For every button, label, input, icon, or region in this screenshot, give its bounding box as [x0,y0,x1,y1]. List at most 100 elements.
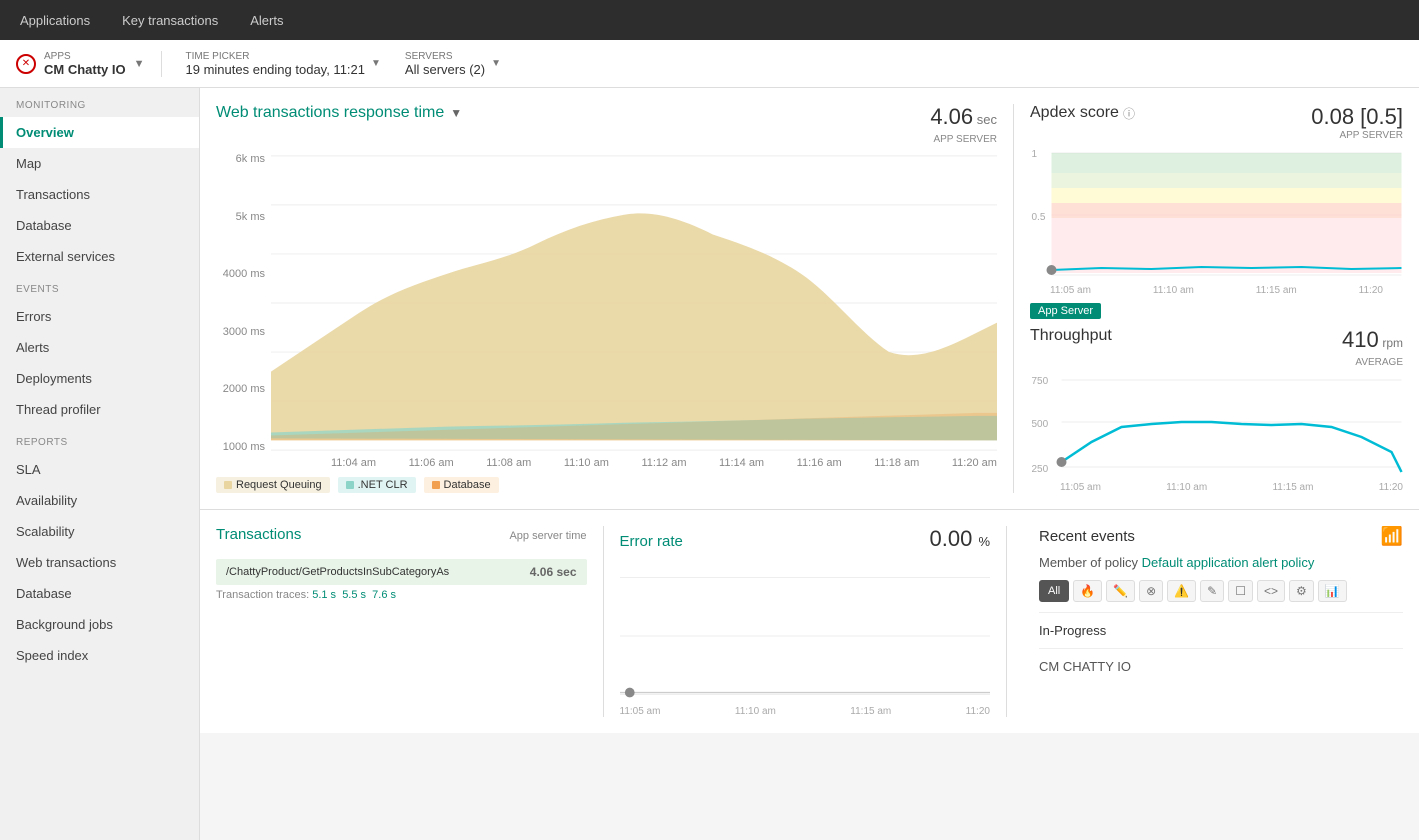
app-selector-arrow: ▼ [134,58,145,70]
filter-chart-button[interactable]: 📊 [1318,580,1347,602]
nav-alerts[interactable]: Alerts [246,13,287,28]
app-server-badge[interactable]: App Server [1030,303,1101,319]
nav-key-transactions[interactable]: Key transactions [118,13,222,28]
divider-2 [1039,648,1403,649]
throughput-label: AVERAGE [1355,357,1403,368]
error-rate-value: 0.00 % [929,526,990,552]
trace-link-3[interactable]: 7.6 s [372,589,396,601]
svg-text:1: 1 [1032,149,1038,160]
main-chart-svg [271,153,997,453]
apdex-stat: 0.08 [0.5] APP SERVER [1311,104,1403,141]
servers-picker[interactable]: SERVERS All servers (2) ▼ [405,51,501,77]
events-label: EVENTS [0,272,199,301]
filter-fire-button[interactable]: 🔥 [1073,580,1102,602]
svg-text:750: 750 [1032,376,1049,387]
policy-text: Member of policy Default application ale… [1039,555,1403,570]
legend-request-queuing[interactable]: Request Queuing [216,477,330,493]
transactions-title: Transactions [216,526,301,543]
sidebar-item-speed-index[interactable]: Speed index [0,640,199,671]
legend-dot-database [432,481,440,489]
nav-applications[interactable]: Applications [16,13,94,28]
sidebar-item-overview[interactable]: Overview [0,117,199,148]
sidebar-item-deployments[interactable]: Deployments [0,363,199,394]
time-picker-info: TIME PICKER 19 minutes ending today, 11:… [186,51,365,77]
chart-stat-value: 4.06 [930,104,973,129]
chart-title-chevron[interactable]: ▼ [450,106,462,120]
throughput-chart-svg: 750 500 250 [1030,372,1403,482]
chart-stat-label: APP SERVER [933,134,997,145]
chart-stat-unit: sec [977,112,997,127]
apdex-value: 0.08 [0.5] [1311,104,1403,130]
y-axis-labels: 6k ms 5k ms 4000 ms 3000 ms 2000 ms 1000… [216,153,271,453]
app-icon: ✕ [16,54,36,74]
top-nav: Applications Key transactions Alerts [0,0,1419,40]
monitoring-label: MONITORING [0,88,199,117]
transactions-header: Transactions App server time [216,526,587,551]
legend-database[interactable]: Database [424,477,499,493]
throughput-unit: rpm [1382,336,1403,350]
time-picker-arrow: ▼ [371,58,381,69]
filter-warning-button[interactable]: ⚠️ [1167,580,1196,602]
transaction-time: 4.06 sec [530,565,577,579]
sidebar-item-database[interactable]: Database [0,210,199,241]
sidebar-item-errors[interactable]: Errors [0,301,199,332]
sidebar-item-scalability[interactable]: Scalability [0,516,199,547]
throughput-value: 410 [1342,327,1379,352]
apdex-info-icon[interactable]: ⓘ [1123,105,1135,122]
filter-cancel-button[interactable]: ⊗ [1139,580,1163,602]
throughput-section: Throughput 410 rpm AVERAGE 750 500 [1030,327,1403,493]
feed-icon: 📶 [1381,526,1403,547]
sidebar-item-external-services[interactable]: External services [0,241,199,272]
sidebar-item-alerts[interactable]: Alerts [0,332,199,363]
trace-link-1[interactable]: 5.1 s [312,589,336,601]
sidebar-item-transactions[interactable]: Transactions [0,179,199,210]
error-rate-chart-svg [620,566,991,706]
sidebar-item-web-transactions[interactable]: Web transactions [0,547,199,578]
sidebar-item-availability[interactable]: Availability [0,485,199,516]
app-name: CM Chatty IO [44,62,126,77]
transaction-name: /ChattyProduct/GetProductsInSubCategoryA… [226,566,449,578]
chart-stat: 4.06 sec APP SERVER [930,104,997,145]
filter-note-button[interactable]: ✎ [1200,580,1224,602]
sidebar-item-database-reports[interactable]: Database [0,578,199,609]
throughput-stat: 410 rpm AVERAGE [1342,327,1403,368]
throughput-x-labels: 11:05 am 11:10 am 11:15 am 11:20 [1030,482,1403,493]
filter-screen-button[interactable]: ☐ [1228,580,1253,602]
sidebar-item-sla[interactable]: SLA [0,454,199,485]
servers-picker-arrow: ▼ [491,58,501,69]
apdex-header: Apdex score ⓘ 0.08 [0.5] APP SERVER [1030,104,1403,141]
bottom-area: Transactions App server time /ChattyProd… [200,510,1419,733]
time-picker-label: TIME PICKER [186,51,365,62]
filter-edit-button[interactable]: ✏️ [1106,580,1135,602]
filter-all-button[interactable]: All [1039,580,1069,602]
recent-events-panel: Recent events 📶 Member of policy Default… [1023,526,1403,717]
main-content: Web transactions response time ▼ 4.06 se… [200,88,1419,840]
legend-dot-net-clr [346,481,354,489]
transactions-subtitle: App server time [509,530,586,542]
legend-net-clr[interactable]: .NET CLR [338,477,416,493]
main-layout: MONITORING Overview Map Transactions Dat… [0,88,1419,840]
legend-dot-request-queuing [224,481,232,489]
sub-header: ✕ APPS CM Chatty IO ▼ TIME PICKER 19 min… [0,40,1419,88]
traces-label: Transaction traces: [216,589,309,601]
servers-label: SERVERS [405,51,485,62]
app-selector[interactable]: ✕ APPS CM Chatty IO ▼ [16,51,162,77]
sidebar-item-background-jobs[interactable]: Background jobs [0,609,199,640]
throughput-title: Throughput [1030,327,1112,345]
sidebar-item-thread-profiler[interactable]: Thread profiler [0,394,199,425]
recent-events-title: Recent events [1039,528,1135,545]
filter-gear-button[interactable]: ⚙ [1289,580,1314,602]
apdex-section: Apdex score ⓘ 0.08 [0.5] APP SERVER 1 [1030,104,1403,327]
main-chart-panel: Web transactions response time ▼ 4.06 se… [216,104,997,493]
apdex-label: APP SERVER [1311,130,1403,141]
transaction-row[interactable]: /ChattyProduct/GetProductsInSubCategoryA… [216,559,587,585]
error-rate-number: 0.00 [929,526,972,551]
error-rate-panel: Error rate 0.00 % 11:05 am 11: [620,526,1008,717]
chart-wrapper: 6k ms 5k ms 4000 ms 3000 ms 2000 ms 1000… [216,153,997,469]
policy-link[interactable]: Default application alert policy [1142,555,1315,570]
sidebar-item-map[interactable]: Map [0,148,199,179]
time-picker[interactable]: TIME PICKER 19 minutes ending today, 11:… [186,51,381,77]
filter-code-button[interactable]: <> [1257,580,1285,602]
svg-text:0.5: 0.5 [1032,212,1046,223]
trace-link-2[interactable]: 5.5 s [342,589,366,601]
